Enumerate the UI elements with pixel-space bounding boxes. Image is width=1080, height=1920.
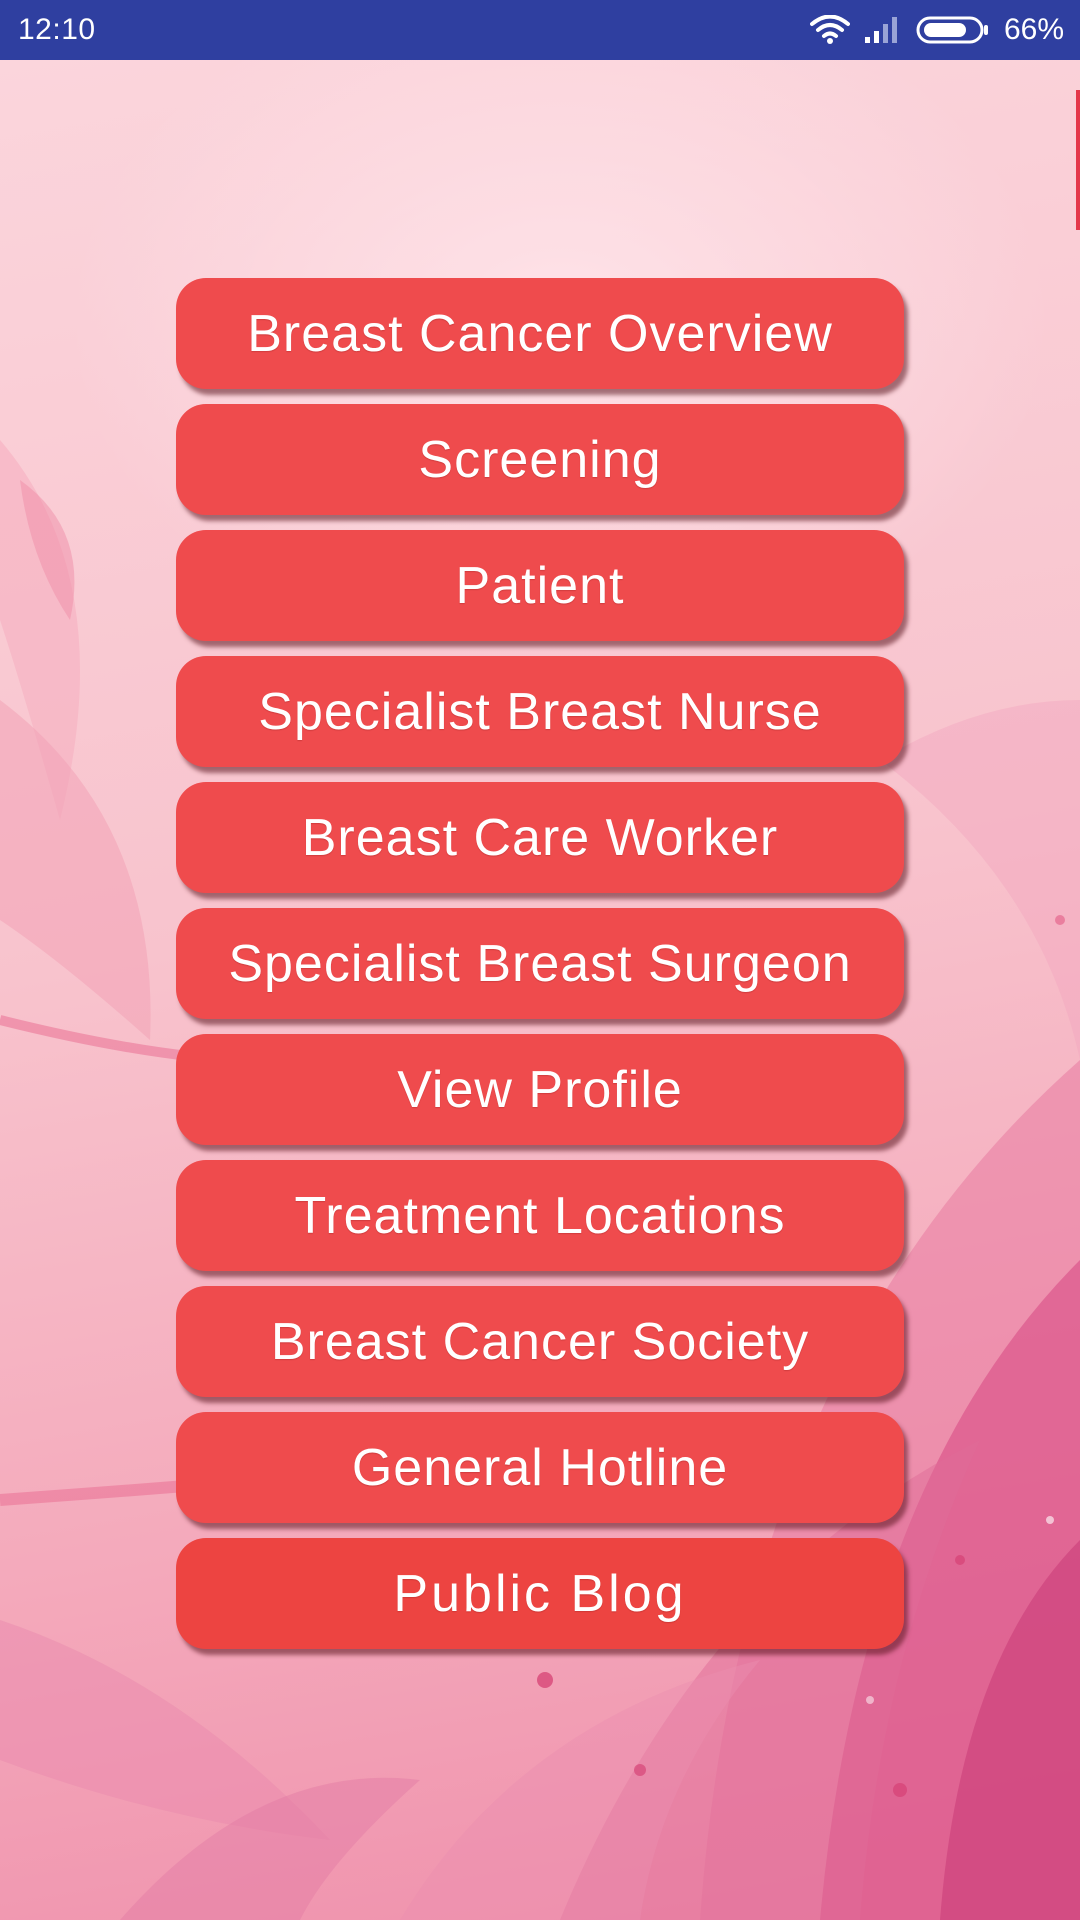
breast-care-worker-button[interactable]: Breast Care Worker	[176, 782, 904, 893]
specialist-breast-surgeon-button[interactable]: Specialist Breast Surgeon	[176, 908, 904, 1019]
specialist-breast-nurse-button[interactable]: Specialist Breast Nurse	[176, 656, 904, 767]
status-bar: 12:10 66%	[0, 0, 1080, 60]
screening-button[interactable]: Screening	[176, 404, 904, 515]
public-blog-button[interactable]: Public Blog	[176, 1538, 904, 1649]
wifi-icon	[809, 15, 850, 44]
status-icons: 66%	[809, 0, 1064, 60]
breast-cancer-society-button[interactable]: Breast Cancer Society	[176, 1286, 904, 1397]
patient-button[interactable]: Patient	[176, 530, 904, 641]
signal-icon	[864, 17, 897, 43]
view-profile-button[interactable]: View Profile	[176, 1034, 904, 1145]
breast-cancer-overview-button[interactable]: Breast Cancer Overview	[176, 278, 904, 389]
general-hotline-button[interactable]: General Hotline	[176, 1412, 904, 1523]
main-menu: Breast Cancer Overview Screening Patient…	[176, 278, 904, 1649]
edge-indicator	[1076, 90, 1080, 230]
treatment-locations-button[interactable]: Treatment Locations	[176, 1160, 904, 1271]
battery-icon	[916, 16, 988, 44]
battery-percent: 66%	[1003, 13, 1064, 46]
status-time: 12:10	[18, 13, 96, 46]
